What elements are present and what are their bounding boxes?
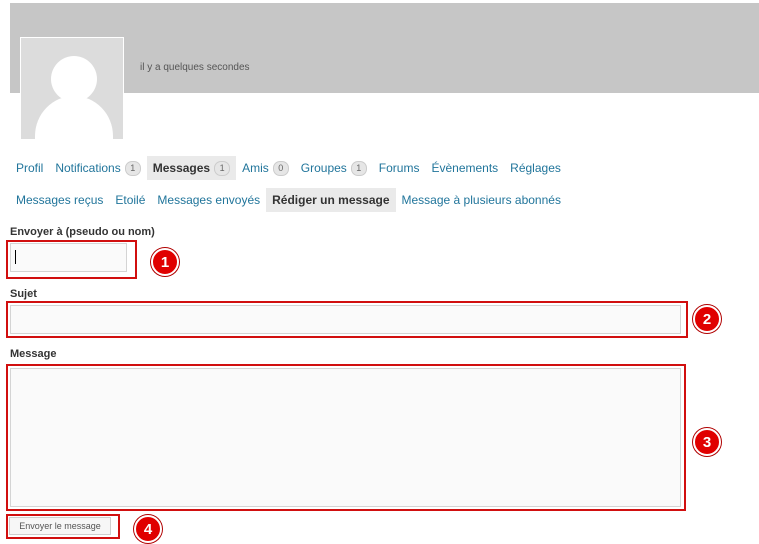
- nav-item-reglages[interactable]: Réglages: [504, 156, 567, 180]
- message-textarea[interactable]: [10, 368, 681, 507]
- subnav-item-sent[interactable]: Messages envoyés: [151, 188, 266, 212]
- annotation-marker-1: 1: [151, 248, 179, 276]
- recipient-label: Envoyer à (pseudo ou nom): [10, 226, 155, 238]
- avatar-placeholder-body: [35, 96, 113, 139]
- send-message-button[interactable]: Envoyer le message: [9, 517, 111, 535]
- nav-item-notifications[interactable]: Notifications 1: [49, 156, 146, 180]
- nav-item-groupes[interactable]: Groupes 1: [295, 156, 373, 180]
- message-label: Message: [10, 348, 57, 360]
- subject-label: Sujet: [10, 288, 37, 300]
- annotation-marker-2: 2: [693, 305, 721, 333]
- subnav-item-notices[interactable]: Message à plusieurs abonnés: [396, 188, 567, 212]
- subnav-item-inbox[interactable]: Messages reçus: [10, 188, 109, 212]
- count-badge: 1: [214, 160, 231, 176]
- messages-subnav: Messages reçus Etoilé Messages envoyés R…: [10, 188, 567, 212]
- nav-item-amis[interactable]: Amis 0: [236, 156, 295, 180]
- subject-input[interactable]: [10, 305, 681, 334]
- nav-item-profil[interactable]: Profil: [10, 156, 49, 180]
- count-badge: 1: [350, 160, 367, 176]
- nav-item-evenements[interactable]: Évènements: [425, 156, 504, 180]
- subnav-item-compose[interactable]: Rédiger un message: [266, 188, 396, 212]
- nav-item-messages[interactable]: Messages 1: [146, 156, 237, 180]
- annotation-marker-4: 4: [134, 515, 162, 543]
- primary-nav: Profil Notifications 1 Messages 1 Amis 0 Gr…: [10, 156, 567, 180]
- avatar[interactable]: [20, 37, 124, 140]
- nav-item-forums[interactable]: Forums: [373, 156, 426, 180]
- recipient-input[interactable]: [10, 243, 127, 272]
- subnav-item-starred[interactable]: Etoilé: [109, 188, 151, 212]
- annotation-marker-3: 3: [693, 428, 721, 456]
- last-active-text: il y a quelques secondes: [140, 62, 250, 73]
- text-caret: [15, 250, 16, 264]
- count-badge: 0: [272, 160, 289, 176]
- count-badge: 1: [124, 160, 141, 176]
